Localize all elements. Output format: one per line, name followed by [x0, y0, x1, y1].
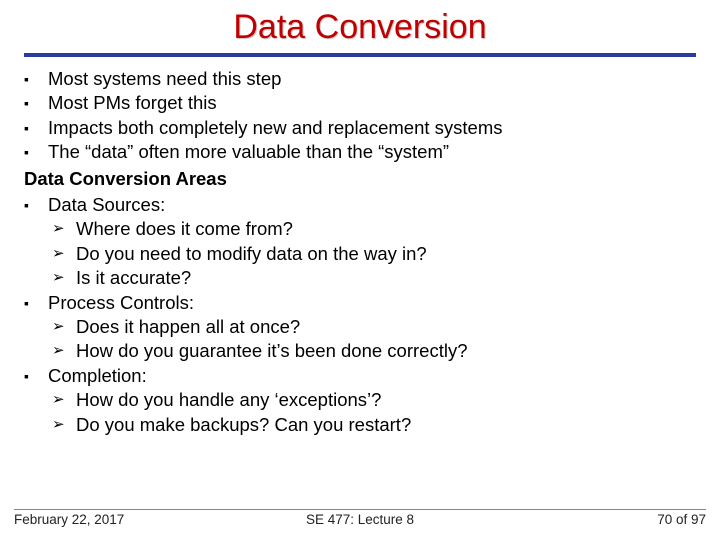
sub-bullet-text: Where does it come from?: [76, 217, 293, 241]
footer-course: SE 477: Lecture 8: [0, 512, 720, 527]
slide-title: Data Conversion: [24, 8, 696, 47]
bullet-item: ▪ Most PMs forget this: [24, 91, 696, 115]
bullet-text: The “data” often more valuable than the …: [48, 140, 449, 164]
arrow-bullet-icon: ➢: [52, 266, 76, 290]
section-subheading: Data Conversion Areas: [24, 167, 696, 191]
bullet-text: Most PMs forget this: [48, 91, 217, 115]
bullet-item: ▪ Impacts both completely new and replac…: [24, 116, 696, 140]
footer-page-number: 70 of 97: [657, 512, 706, 527]
slide-body: ▪ Most systems need this step ▪ Most PMs…: [24, 67, 696, 437]
sub-bullet-item: ➢ Do you make backups? Can you restart?: [24, 413, 696, 437]
sub-bullet-text: Do you make backups? Can you restart?: [76, 413, 411, 437]
bullet-text: Data Sources:: [48, 193, 165, 217]
square-bullet-icon: ▪: [24, 91, 48, 115]
bullet-text: Process Controls:: [48, 291, 194, 315]
arrow-bullet-icon: ➢: [52, 217, 76, 241]
sub-bullet-item: ➢ Is it accurate?: [24, 266, 696, 290]
square-bullet-icon: ▪: [24, 291, 48, 315]
square-bullet-icon: ▪: [24, 116, 48, 140]
sub-bullet-item: ➢ How do you guarantee it’s been done co…: [24, 339, 696, 363]
sub-bullet-item: ➢ Does it happen all at once?: [24, 315, 696, 339]
bullet-item: ▪ Most systems need this step: [24, 67, 696, 91]
arrow-bullet-icon: ➢: [52, 413, 76, 437]
sub-bullet-item: ➢ Do you need to modify data on the way …: [24, 242, 696, 266]
sub-bullet-item: ➢ Where does it come from?: [24, 217, 696, 241]
slide: Data Conversion ▪ Most systems need this…: [0, 0, 720, 540]
slide-footer: February 22, 2017 SE 477: Lecture 8 70 o…: [0, 512, 720, 532]
square-bullet-icon: ▪: [24, 67, 48, 91]
footer-rule: [14, 509, 706, 510]
bullet-text: Completion:: [48, 364, 147, 388]
square-bullet-icon: ▪: [24, 364, 48, 388]
bullet-text: Impacts both completely new and replacem…: [48, 116, 503, 140]
bullet-item: ▪ Process Controls:: [24, 291, 696, 315]
sub-bullet-text: Is it accurate?: [76, 266, 191, 290]
square-bullet-icon: ▪: [24, 193, 48, 217]
sub-bullet-item: ➢ How do you handle any ‘exceptions’?: [24, 388, 696, 412]
arrow-bullet-icon: ➢: [52, 242, 76, 266]
bullet-item: ▪ Completion:: [24, 364, 696, 388]
bullet-text: Most systems need this step: [48, 67, 281, 91]
sub-bullet-text: Does it happen all at once?: [76, 315, 300, 339]
sub-bullet-text: How do you guarantee it’s been done corr…: [76, 339, 468, 363]
bullet-item: ▪ Data Sources:: [24, 193, 696, 217]
sub-bullet-text: How do you handle any ‘exceptions’?: [76, 388, 381, 412]
square-bullet-icon: ▪: [24, 140, 48, 164]
arrow-bullet-icon: ➢: [52, 388, 76, 412]
sub-bullet-text: Do you need to modify data on the way in…: [76, 242, 427, 266]
arrow-bullet-icon: ➢: [52, 315, 76, 339]
bullet-item: ▪ The “data” often more valuable than th…: [24, 140, 696, 164]
title-rule: [24, 53, 696, 57]
arrow-bullet-icon: ➢: [52, 339, 76, 363]
